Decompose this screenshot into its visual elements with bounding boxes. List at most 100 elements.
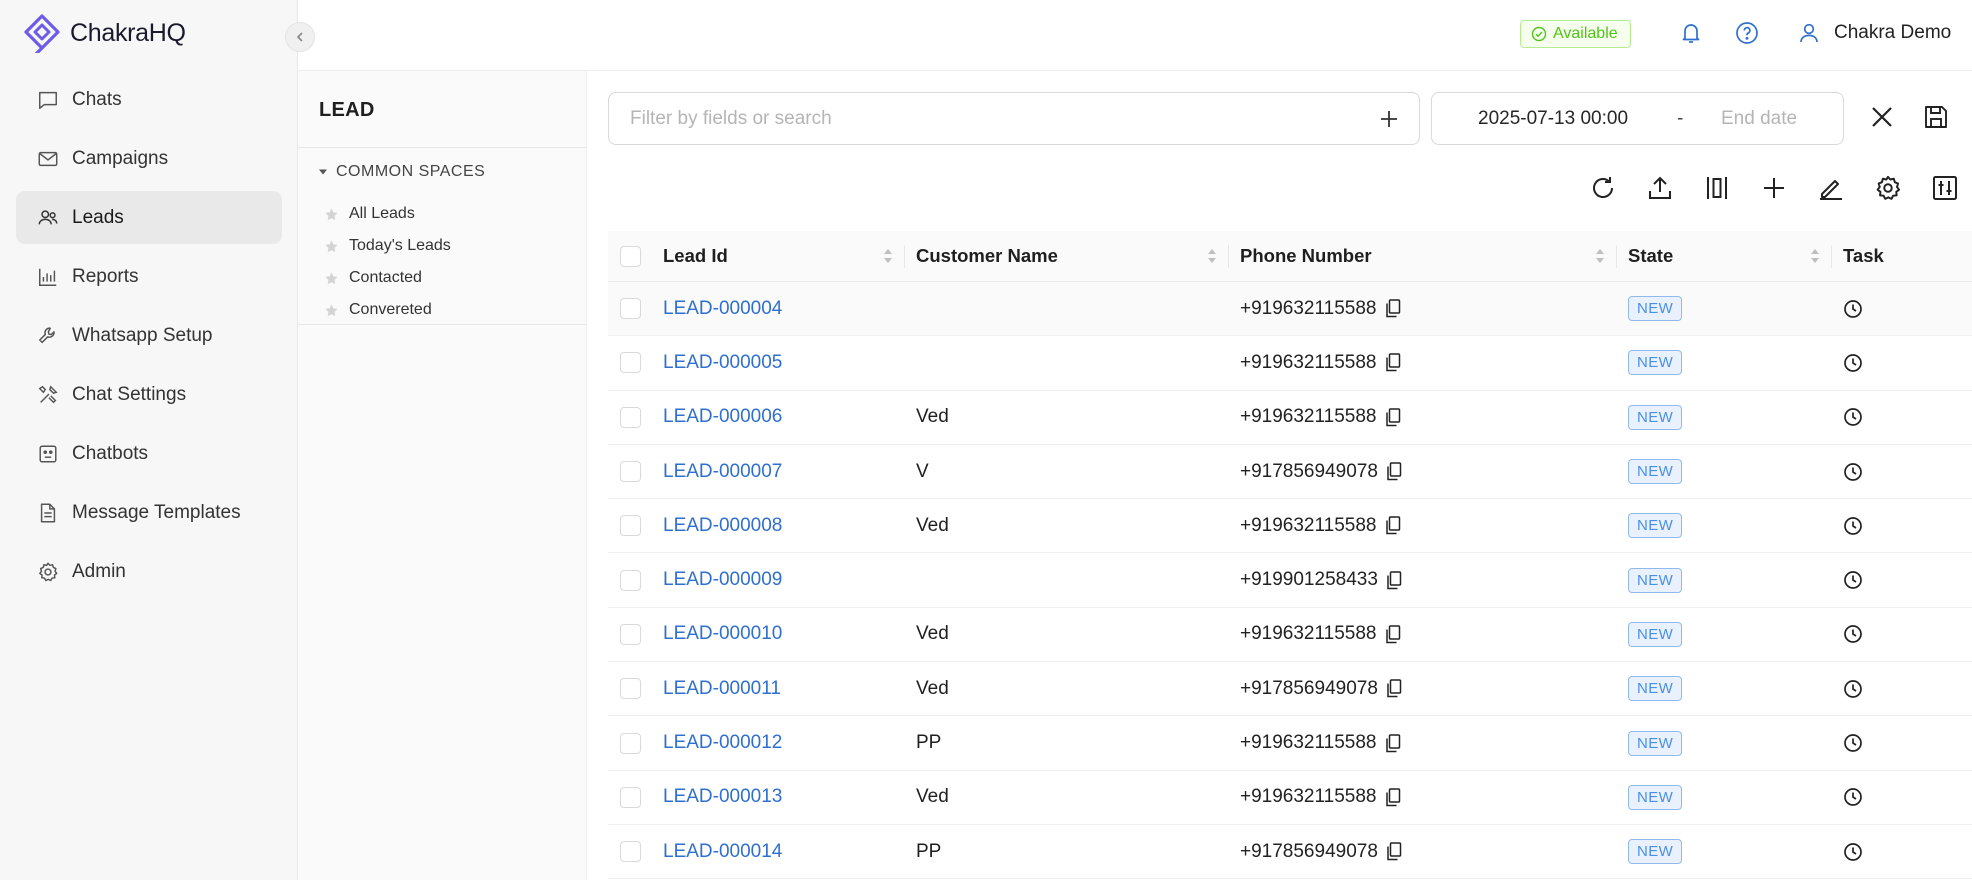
- clear-filters-button[interactable]: [1868, 103, 1896, 131]
- table-row[interactable]: LEAD-000014 PP +917856949078 NEW: [608, 825, 1972, 880]
- sort-icon[interactable]: [1207, 247, 1217, 265]
- table-row[interactable]: LEAD-000013 Ved +919632115588 NEW: [608, 771, 1972, 825]
- clock-icon[interactable]: [1843, 516, 1863, 536]
- select-all-checkbox[interactable]: [620, 245, 641, 267]
- date-range-picker[interactable]: 2025-07-13 00:00 - End date: [1431, 92, 1844, 145]
- star-icon[interactable]: [324, 239, 339, 254]
- lead-id-link[interactable]: LEAD-000014: [663, 841, 782, 863]
- add-filter-button[interactable]: [1377, 107, 1401, 131]
- lead-id-link[interactable]: LEAD-000011: [663, 678, 781, 700]
- lead-id-link[interactable]: LEAD-000008: [663, 515, 782, 537]
- clock-icon[interactable]: [1843, 570, 1863, 590]
- sidebar-item-reports[interactable]: Reports: [16, 250, 282, 303]
- help-button[interactable]: [1735, 21, 1759, 45]
- start-date-input[interactable]: 2025-07-13 00:00: [1478, 108, 1628, 130]
- table-row[interactable]: LEAD-000006 Ved +919632115588 NEW: [608, 391, 1972, 445]
- clock-icon[interactable]: [1843, 842, 1863, 862]
- sidebar-item-chatbots[interactable]: Chatbots: [16, 427, 282, 480]
- row-checkbox[interactable]: [620, 406, 641, 428]
- column-header-customer-name[interactable]: Customer Name: [905, 231, 1229, 281]
- lead-id-link[interactable]: LEAD-000007: [663, 461, 782, 483]
- row-checkbox[interactable]: [620, 352, 641, 374]
- row-checkbox[interactable]: [620, 623, 641, 645]
- sidebar-item-leads[interactable]: Leads: [16, 191, 282, 244]
- copy-icon[interactable]: [1385, 353, 1401, 372]
- refresh-button[interactable]: [1588, 172, 1618, 204]
- space-item-all-leads[interactable]: All Leads: [324, 198, 451, 230]
- copy-icon[interactable]: [1386, 679, 1402, 698]
- clock-icon[interactable]: [1843, 624, 1863, 644]
- copy-icon[interactable]: [1385, 788, 1401, 807]
- row-checkbox[interactable]: [620, 678, 641, 700]
- clock-icon[interactable]: [1843, 462, 1863, 482]
- table-row[interactable]: LEAD-000011 Ved +917856949078 NEW: [608, 662, 1972, 717]
- filter-search-box[interactable]: [608, 92, 1420, 145]
- clock-icon[interactable]: [1843, 679, 1863, 699]
- lead-id-link[interactable]: LEAD-000006: [663, 406, 782, 428]
- columns-button[interactable]: [1702, 172, 1732, 204]
- copy-icon[interactable]: [1386, 570, 1402, 590]
- save-view-button[interactable]: [1922, 103, 1950, 131]
- space-item-contacted[interactable]: Contacted: [324, 262, 451, 294]
- copy-icon[interactable]: [1386, 462, 1402, 481]
- sidebar-item-chats[interactable]: Chats: [16, 73, 282, 126]
- table-settings-button[interactable]: [1930, 172, 1960, 204]
- copy-icon[interactable]: [1385, 407, 1401, 427]
- table-row[interactable]: LEAD-000010 Ved +919632115588 NEW: [608, 608, 1972, 663]
- status-badge[interactable]: Available: [1520, 20, 1631, 48]
- lead-id-link[interactable]: LEAD-000009: [663, 569, 782, 591]
- table-row[interactable]: LEAD-000012 PP +919632115588 NEW: [608, 716, 1972, 771]
- space-item-converted[interactable]: Convereted: [324, 294, 451, 326]
- row-checkbox[interactable]: [620, 569, 641, 591]
- copy-icon[interactable]: [1385, 299, 1401, 318]
- column-header-state[interactable]: State: [1617, 231, 1832, 281]
- lead-id-link[interactable]: LEAD-000004: [663, 298, 782, 320]
- row-checkbox[interactable]: [620, 298, 641, 320]
- table-row[interactable]: LEAD-000009 +919901258433 NEW: [608, 553, 1972, 608]
- end-date-input[interactable]: End date: [1721, 108, 1797, 130]
- copy-icon[interactable]: [1385, 625, 1401, 644]
- space-item-todays-leads[interactable]: Today's Leads: [324, 230, 451, 262]
- sort-icon[interactable]: [1810, 247, 1820, 265]
- star-icon[interactable]: [324, 303, 339, 318]
- row-checkbox[interactable]: [620, 461, 641, 483]
- row-checkbox[interactable]: [620, 786, 641, 808]
- column-header-phone-number[interactable]: Phone Number: [1229, 231, 1617, 281]
- sort-icon[interactable]: [1595, 247, 1605, 265]
- sidebar-item-chat-settings[interactable]: Chat Settings: [16, 368, 282, 421]
- clock-icon[interactable]: [1843, 733, 1863, 753]
- lead-id-link[interactable]: LEAD-000012: [663, 732, 782, 754]
- table-row[interactable]: LEAD-000008 Ved +919632115588 NEW: [608, 499, 1972, 554]
- star-icon[interactable]: [324, 207, 339, 222]
- sidebar-item-admin[interactable]: Admin: [16, 545, 282, 598]
- search-input[interactable]: [630, 107, 1350, 130]
- lead-id-link[interactable]: LEAD-000010: [663, 623, 782, 645]
- column-header-lead-id[interactable]: Lead Id: [652, 231, 905, 281]
- star-icon[interactable]: [324, 271, 339, 286]
- collapse-sidebar-button[interactable]: [285, 22, 315, 52]
- common-spaces-toggle[interactable]: COMMON SPACES: [318, 163, 485, 181]
- sidebar-item-whatsapp-setup[interactable]: Whatsapp Setup: [16, 309, 282, 362]
- clock-icon[interactable]: [1843, 787, 1863, 807]
- clock-icon[interactable]: [1843, 407, 1863, 427]
- row-checkbox[interactable]: [620, 841, 641, 863]
- copy-icon[interactable]: [1385, 733, 1401, 753]
- sidebar-item-message-templates[interactable]: Message Templates: [16, 486, 282, 539]
- settings-button[interactable]: [1873, 172, 1903, 204]
- add-lead-button[interactable]: [1759, 172, 1789, 204]
- copy-icon[interactable]: [1385, 516, 1401, 535]
- clock-icon[interactable]: [1843, 299, 1863, 319]
- sidebar-item-campaigns[interactable]: Campaigns: [16, 132, 282, 185]
- user-menu[interactable]: Chakra Demo: [1798, 21, 1951, 45]
- lead-id-link[interactable]: LEAD-000013: [663, 786, 782, 808]
- sort-icon[interactable]: [883, 247, 893, 265]
- table-row[interactable]: LEAD-000007 V +917856949078 NEW: [608, 445, 1972, 500]
- row-checkbox[interactable]: [620, 732, 641, 754]
- notifications-button[interactable]: [1680, 21, 1702, 45]
- clock-icon[interactable]: [1843, 353, 1863, 373]
- copy-icon[interactable]: [1386, 842, 1402, 861]
- lead-id-link[interactable]: LEAD-000005: [663, 352, 782, 374]
- export-button[interactable]: [1645, 172, 1675, 204]
- row-checkbox[interactable]: [620, 515, 641, 537]
- edit-button[interactable]: [1816, 172, 1846, 204]
